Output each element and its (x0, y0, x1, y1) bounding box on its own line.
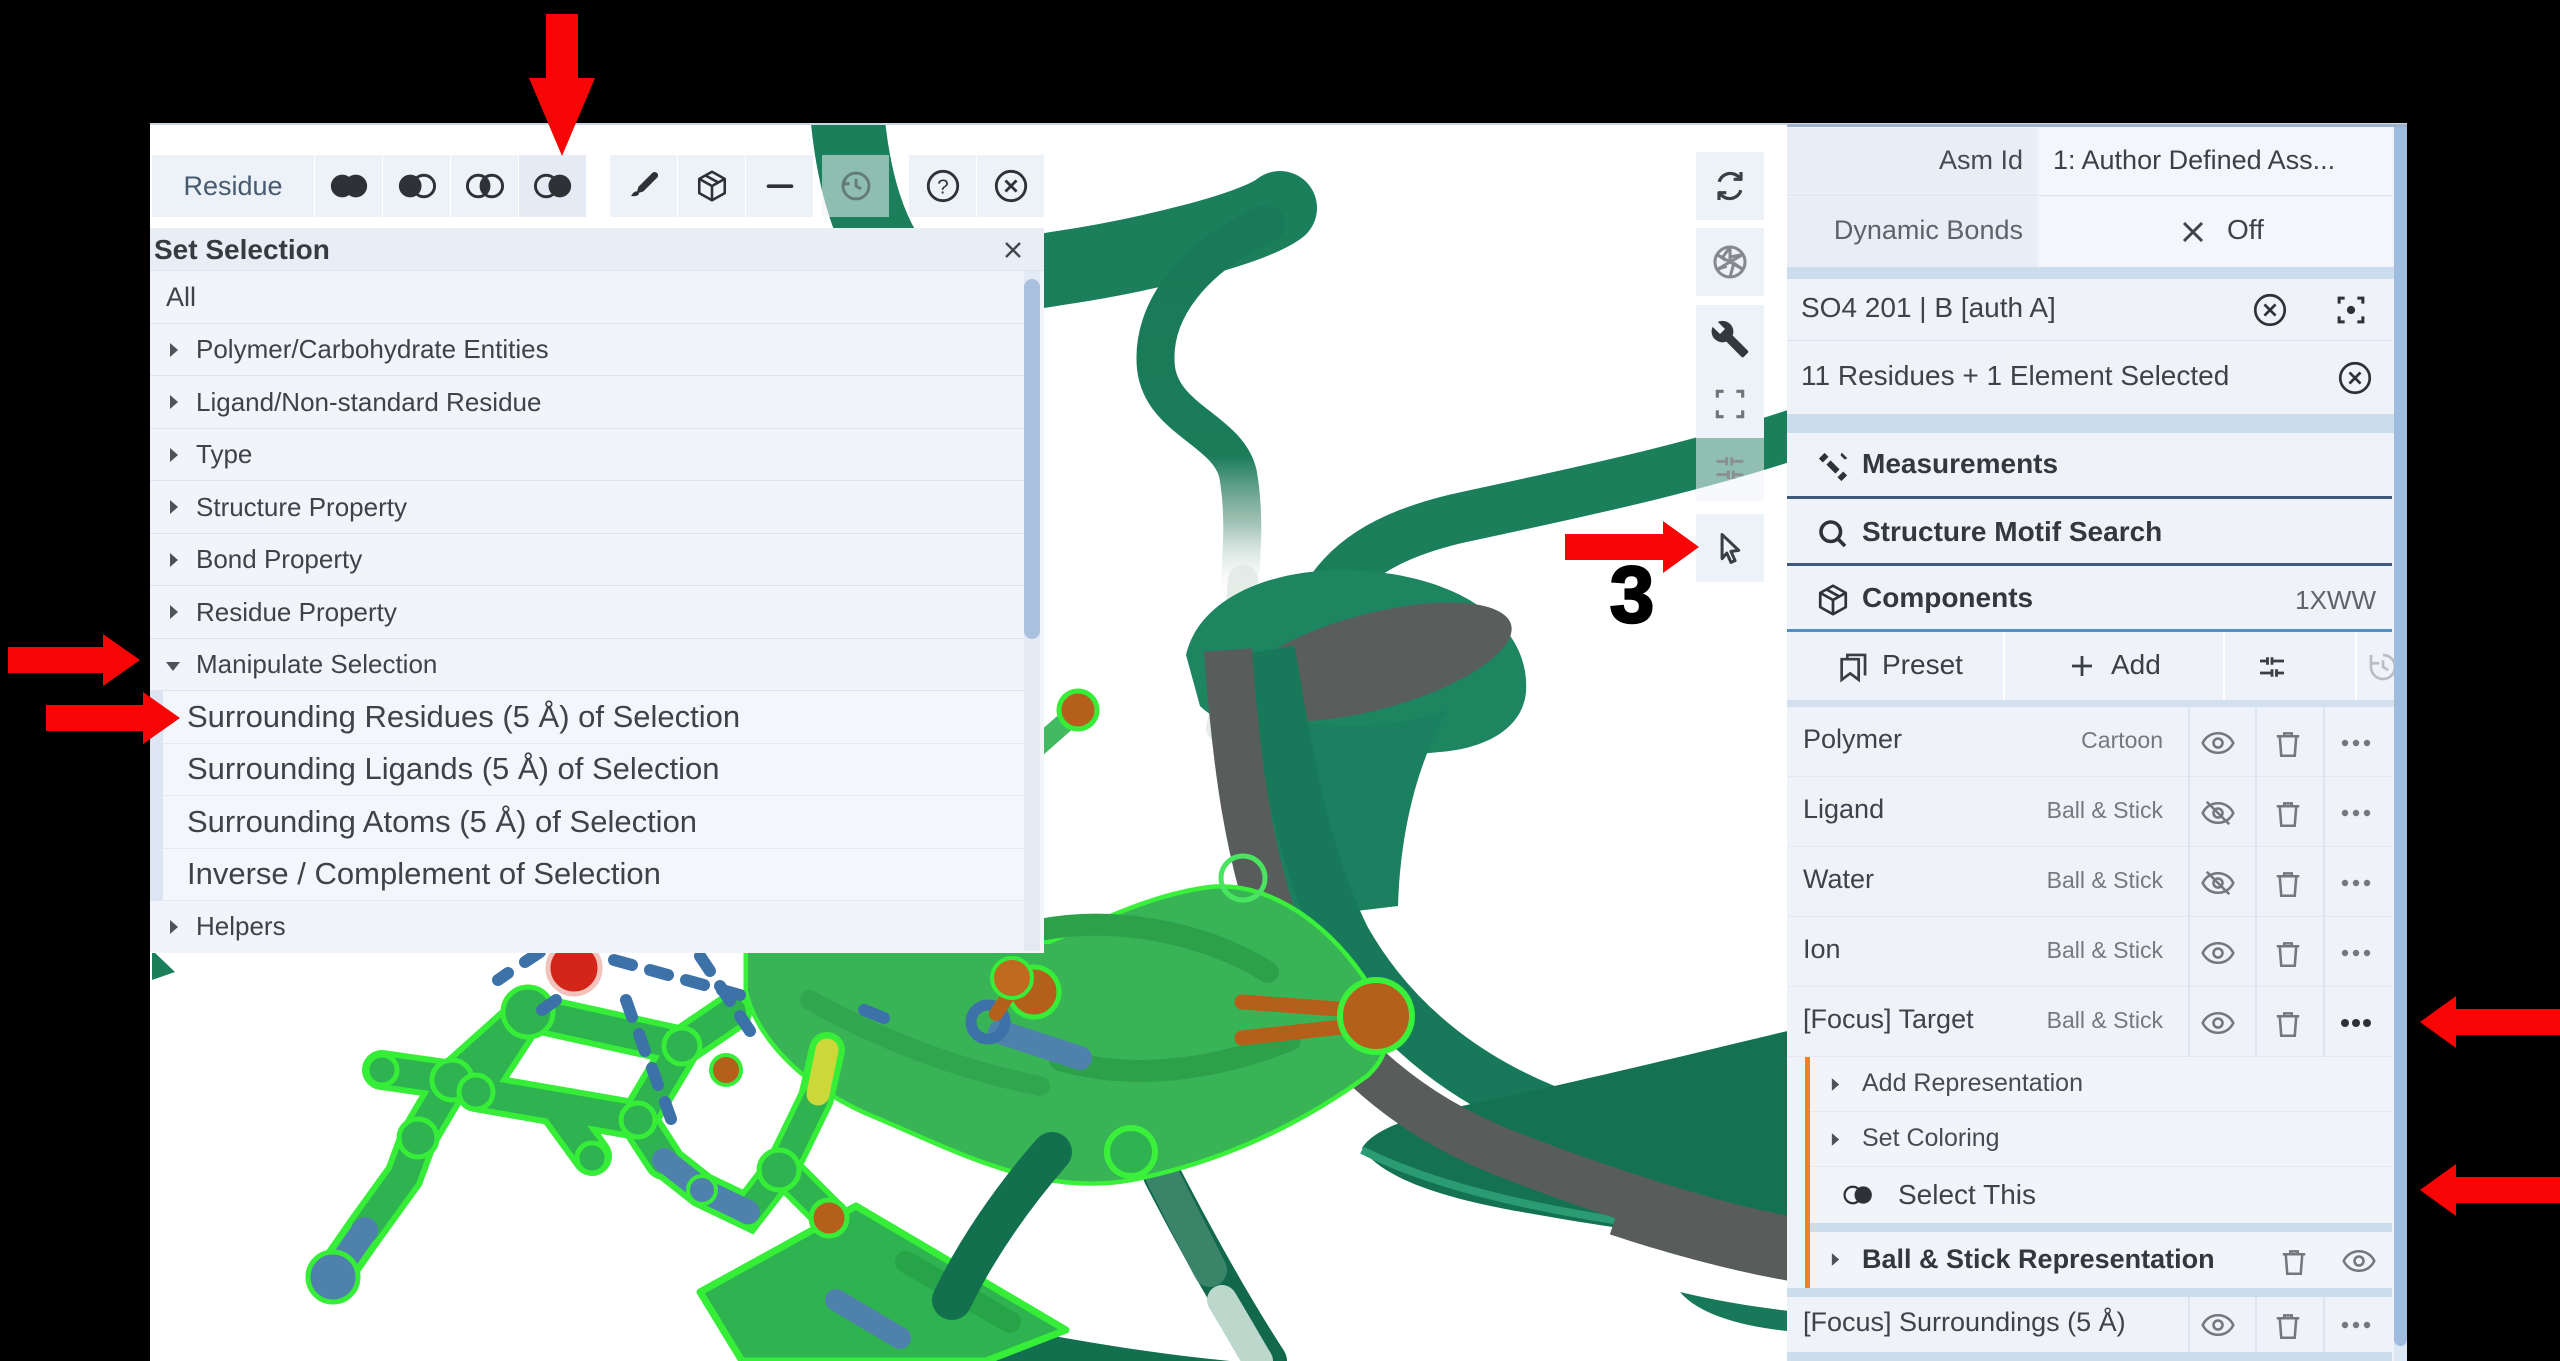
svg-text:?: ? (937, 175, 948, 198)
